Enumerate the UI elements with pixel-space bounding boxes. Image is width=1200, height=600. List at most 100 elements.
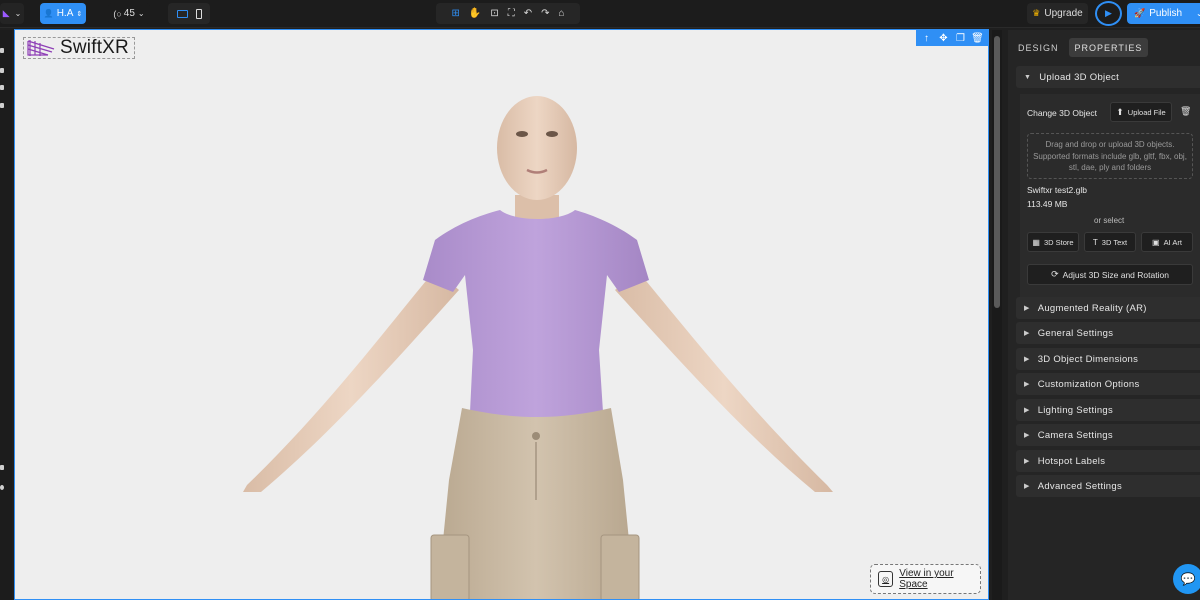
pan-hand-icon[interactable]: ✋ bbox=[469, 8, 481, 19]
ai-art-icon: ▣ bbox=[1152, 237, 1160, 247]
section-lighting-settings[interactable]: ▶ Lighting Settings bbox=[1016, 399, 1200, 421]
user-icon: 👤 bbox=[43, 9, 54, 18]
upload-file-label: Upload File bbox=[1127, 107, 1166, 117]
tab-design[interactable]: DESIGN bbox=[1012, 38, 1065, 57]
section-title: Customization Options bbox=[1037, 378, 1140, 390]
canvas-scrollbar[interactable] bbox=[992, 30, 1002, 600]
select-tool-icon[interactable]: ⊞ bbox=[451, 8, 459, 19]
zoom-value: 45 bbox=[123, 8, 135, 19]
properties-panel: DESIGN PROPERTIES ▼ Upload 3D Object Cha… bbox=[1008, 30, 1200, 600]
caret-right-icon: ▶ bbox=[1024, 483, 1030, 490]
3d-model-avatar[interactable] bbox=[15, 30, 989, 600]
editor-canvas[interactable]: ↑ ✥ ❐ 🗑 SwiftXR ◎ View in your Space bbox=[14, 29, 989, 600]
caret-right-icon: ▶ bbox=[1024, 432, 1030, 439]
publish-label: Publish bbox=[1149, 8, 1183, 19]
user-menu-button[interactable]: 👤 H.A ⇕ bbox=[40, 3, 86, 24]
caret-right-icon: ▶ bbox=[1024, 381, 1030, 388]
ai-art-button[interactable]: ▣ AI Art bbox=[1141, 232, 1193, 252]
adjust-size-rotation-button[interactable]: ⟳ Adjust 3D Size and Rotation bbox=[1027, 264, 1193, 285]
crown-icon: ♛ bbox=[1032, 8, 1041, 18]
clear-icon[interactable]: ⌂ bbox=[558, 8, 564, 19]
or-select-label: or select bbox=[1094, 216, 1125, 225]
3d-text-label: 3D Text bbox=[1101, 237, 1128, 247]
redo-icon[interactable]: ↷ bbox=[541, 8, 549, 19]
section-hotspot-labels[interactable]: ▶ Hotspot Labels bbox=[1016, 450, 1200, 472]
section-general-settings[interactable]: ▶ General Settings bbox=[1016, 322, 1200, 344]
zoom-icon: (○ bbox=[113, 8, 122, 19]
canvas-tools-group: ⊞ ✋ ⊡ ⛶ ↶ ↷ ⌂ bbox=[436, 3, 580, 24]
chevron-down-icon: ⌄ bbox=[1196, 9, 1200, 18]
left-rail bbox=[0, 30, 12, 600]
section-title: Augmented Reality (AR) bbox=[1037, 302, 1147, 314]
chat-support-button[interactable]: 💬 bbox=[1173, 564, 1200, 594]
upload-section-body: Change 3D Object ⬆ Upload File 🗑 Drag an… bbox=[1020, 94, 1200, 300]
mobile-view-icon[interactable] bbox=[195, 8, 202, 19]
chevron-down-icon: ⌄ bbox=[14, 9, 22, 18]
caret-right-icon: ▶ bbox=[1024, 458, 1030, 465]
tab-properties[interactable]: PROPERTIES bbox=[1068, 38, 1149, 57]
chat-icon: 💬 bbox=[1180, 572, 1196, 586]
ar-camera-icon: ◎ bbox=[878, 571, 894, 587]
caret-right-icon: ▶ bbox=[1024, 356, 1030, 363]
focus-frame-icon[interactable]: ⊡ bbox=[490, 8, 498, 19]
section-title: Camera Settings bbox=[1037, 429, 1113, 441]
view-in-space-label: View in your Space bbox=[899, 568, 954, 590]
chevron-down-icon: ⌄ bbox=[137, 9, 145, 18]
file-name: Swiftxr test2.glb bbox=[1027, 185, 1087, 195]
chevron-updown-icon: ⇕ bbox=[76, 10, 83, 18]
section-customization-options[interactable]: ▶ Customization Options bbox=[1016, 373, 1200, 395]
rail-tool-icon[interactable] bbox=[0, 48, 4, 53]
file-size: 113.49 MB bbox=[1027, 199, 1068, 209]
section-title: Lighting Settings bbox=[1037, 404, 1114, 416]
caret-down-icon: ▼ bbox=[1024, 73, 1032, 81]
rail-tool-icon[interactable] bbox=[0, 85, 4, 90]
section-title: Advanced Settings bbox=[1037, 480, 1123, 492]
upgrade-button[interactable]: ♛ Upgrade bbox=[1027, 3, 1088, 24]
trash-icon[interactable]: 🗑 bbox=[1180, 106, 1191, 117]
store-icon: ▦ bbox=[1032, 237, 1040, 247]
3d-store-label: 3D Store bbox=[1043, 237, 1074, 247]
upload-icon: ⬆ bbox=[1116, 106, 1124, 117]
caret-right-icon: ▶ bbox=[1024, 407, 1030, 414]
caret-right-icon: ▶ bbox=[1024, 330, 1030, 337]
undo-icon[interactable]: ↶ bbox=[524, 8, 532, 19]
app-logo-icon: ◣ bbox=[2, 8, 10, 18]
rail-tool-icon[interactable] bbox=[0, 103, 4, 108]
rail-tool-icon[interactable] bbox=[0, 465, 4, 470]
play-icon: ▶ bbox=[1105, 8, 1112, 18]
caret-right-icon: ▶ bbox=[1024, 305, 1030, 312]
device-toggle-group bbox=[168, 3, 210, 24]
publish-button[interactable]: 🚀 Publish ⌄ bbox=[1127, 3, 1200, 24]
user-label: H.A bbox=[56, 8, 74, 19]
fullscreen-icon[interactable]: ⛶ bbox=[508, 8, 515, 19]
app-menu-button[interactable]: ◣ ⌄ bbox=[0, 3, 24, 24]
upgrade-label: Upgrade bbox=[1044, 8, 1083, 19]
rail-tool-icon[interactable] bbox=[0, 485, 4, 490]
top-toolbar: ◣ ⌄ 👤 H.A ⇕ (○ 45 ⌄ ⊞ ✋ ⊡ ⛶ ↶ ↷ ⌂ ♛ Upgr… bbox=[0, 0, 1200, 28]
upload-file-button[interactable]: ⬆ Upload File bbox=[1110, 102, 1172, 122]
preview-play-button[interactable]: ▶ bbox=[1095, 1, 1122, 26]
file-dropzone[interactable]: Drag and drop or upload 3D objects. Supp… bbox=[1027, 133, 1193, 179]
scrollbar-thumb[interactable] bbox=[994, 36, 1000, 308]
view-in-space-button[interactable]: ◎ View in your Space bbox=[870, 564, 981, 594]
change-3d-object-label: Change 3D Object bbox=[1027, 108, 1097, 118]
section-upload-3d-object[interactable]: ▼ Upload 3D Object bbox=[1016, 66, 1200, 88]
3d-text-button[interactable]: T 3D Text bbox=[1084, 232, 1136, 252]
section-advanced-settings[interactable]: ▶ Advanced Settings bbox=[1016, 475, 1200, 497]
rotate-icon: ⟳ bbox=[1051, 269, 1059, 279]
3d-store-button[interactable]: ▦ 3D Store bbox=[1027, 232, 1079, 252]
adjust-label: Adjust 3D Size and Rotation bbox=[1062, 269, 1169, 280]
section-title: Hotspot Labels bbox=[1037, 455, 1106, 467]
zoom-selector[interactable]: (○ 45 ⌄ bbox=[108, 3, 150, 24]
section-title: General Settings bbox=[1037, 327, 1114, 339]
section-camera-settings[interactable]: ▶ Camera Settings bbox=[1016, 424, 1200, 446]
desktop-view-icon[interactable] bbox=[176, 9, 188, 18]
rail-tool-icon[interactable] bbox=[0, 68, 4, 73]
section-title: Upload 3D Object bbox=[1039, 71, 1120, 83]
section-title: 3D Object Dimensions bbox=[1037, 353, 1139, 365]
ai-art-label: AI Art bbox=[1163, 237, 1182, 247]
rocket-icon: 🚀 bbox=[1134, 8, 1146, 18]
text-icon: T bbox=[1092, 237, 1098, 247]
section-augmented-reality[interactable]: ▶ Augmented Reality (AR) bbox=[1016, 297, 1200, 319]
section-3d-object-dimensions[interactable]: ▶ 3D Object Dimensions bbox=[1016, 348, 1200, 370]
